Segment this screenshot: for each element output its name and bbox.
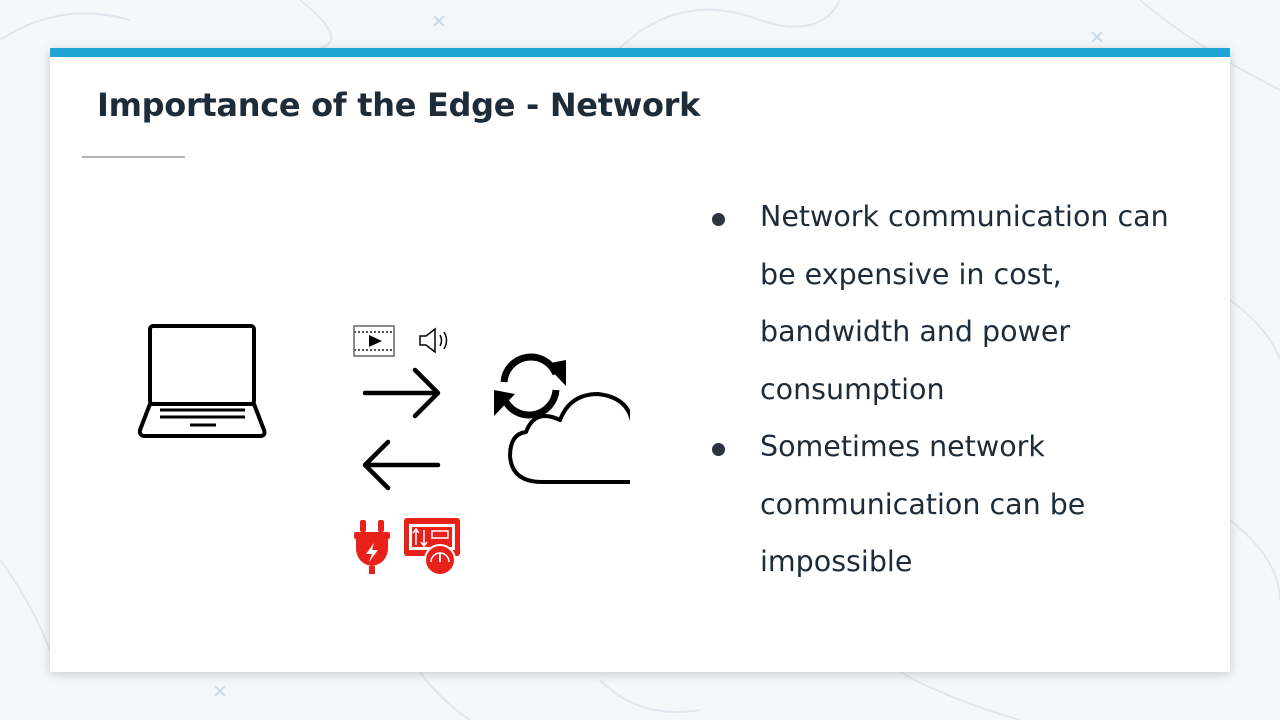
laptop-icon (137, 324, 267, 438)
bullet-list: Network communication can be expensive i… (705, 188, 1205, 591)
bullet-item: Sometimes network communication can be i… (705, 418, 1205, 591)
bullet-text: Network communication can be expensive i… (760, 200, 1169, 406)
cloud-icon (508, 392, 630, 484)
slide-card: Importance of the Edge - Network Network… (50, 48, 1230, 672)
bullet-marker (712, 443, 725, 456)
slide-title: Importance of the Edge - Network (97, 86, 701, 124)
bullet-marker (712, 213, 725, 226)
arrow-right-icon (362, 367, 441, 419)
bullet-text: Sometimes network communication can be i… (760, 430, 1086, 578)
title-underline (82, 156, 185, 158)
slide-accent-bar (50, 48, 1230, 57)
arrow-left-icon (362, 439, 441, 491)
bandwidth-meter-icon (404, 518, 460, 576)
network-illustration (137, 324, 630, 576)
bullet-item: Network communication can be expensive i… (705, 188, 1205, 418)
video-icon (353, 325, 395, 357)
speaker-icon (419, 327, 448, 354)
power-plug-icon (354, 520, 390, 574)
